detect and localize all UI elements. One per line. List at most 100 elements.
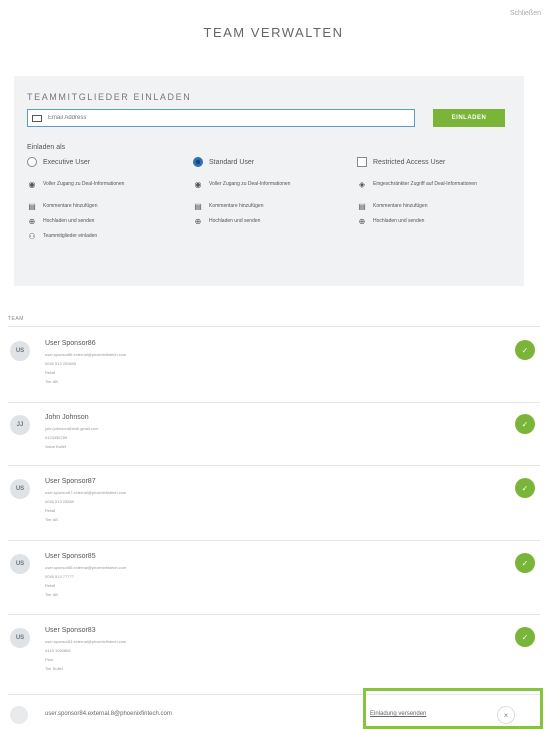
comment-icon: ▤ [28,202,36,211]
permission-text: Kommentare hinzufügen [373,203,428,209]
member-name: User Sponsor86 [45,340,96,347]
divider [8,614,540,615]
permission-item: ◉ Voller Zugang zu Deal-Informationen [27,181,185,203]
permission-item: ⊕ Hochladen und senden [193,218,351,233]
permission-text: Kommentare hinzufügen [209,203,264,209]
divider [8,465,540,466]
invite-heading: TEAMMITGLIEDER EINLADEN [27,92,192,102]
member-detail: Retail [45,508,56,513]
comment-icon: ▤ [358,202,366,211]
permission-item: ▤ Kommentare hinzufügen [357,203,517,218]
invite-button[interactable]: EINLADEN [433,109,505,127]
avatar: US [10,554,30,574]
member-detail: Retail [45,370,56,375]
permission-item: ▤ Kommentare hinzufügen [193,203,351,218]
member-detail: Tier Bullet [45,666,63,671]
eye-icon: ◉ [194,180,202,189]
permission-item: ⊕ Hochladen und senden [357,218,517,233]
member-detail: Value Bullet [45,444,67,449]
role-option-restricted[interactable]: Restricted Access User [357,156,517,168]
permission-text: Eingeschränkter Zugriff auf Deal-Informa… [373,181,477,187]
status-check-icon: ✓ [515,553,535,573]
team-member-row: US User Sponsor83 user.sponsor83.externa… [8,627,540,687]
team-member-row: JJ John Johnson john.johnson@mail.gmail.… [8,414,540,460]
member-name: User Sponsor87 [45,478,96,485]
member-name: User Sponsor85 [45,553,96,560]
role-column-restricted: Restricted Access User ◈ Eingeschränkter… [357,156,517,233]
permission-item: ⚇ Teammitglieder einladen [27,233,185,248]
member-detail: Plan [45,657,54,662]
member-phone: 0045 513 200895 [45,361,77,366]
role-column-standard: Standard User ◉ Voller Zugang zu Deal-In… [193,156,351,233]
radio-button[interactable] [27,157,37,167]
status-check-icon: ✓ [515,627,535,647]
member-name: John Johnson [45,414,89,421]
pending-avatar [10,706,28,724]
permission-item: ▤ Kommentare hinzufügen [27,203,185,218]
permission-text: Teammitglieder einladen [43,233,98,239]
upload-icon: ⊕ [358,217,366,226]
member-phone: 0045 513 77777 [45,574,74,579]
email-field[interactable] [27,109,415,127]
member-phone: 0045 513 25889 [45,499,74,504]
member-phone: 0410 1050806 [45,648,71,653]
member-email: john.johnson@mail.gmail.com [45,426,99,431]
upload-icon: ⊕ [194,217,202,226]
avatar: JJ [10,415,30,435]
invite-as-label: Einladen als [27,144,66,151]
avatar: US [10,628,30,648]
close-icon: × [503,710,509,720]
member-detail: Retail [45,583,56,588]
avatar: US [10,341,30,361]
permission-item: ◈ Eingeschränkter Zugriff auf Deal-Infor… [357,181,517,203]
divider [8,402,540,403]
highlight-box [363,688,543,729]
team-member-row: US User Sponsor86 user.sponsor86.externa… [8,340,540,400]
role-label: Executive User [43,158,91,166]
member-phone: 0123456789 [45,435,68,440]
pending-email: user.sponsor84.external.8@phoenixfintech… [45,711,172,717]
status-check-icon: ✓ [515,478,535,498]
remove-invitation-button[interactable]: × [497,706,515,724]
member-email: user.sponsor87.external@phoenixfintech.c… [45,490,127,495]
member-email: user.sponsor86.external@phoenixfintech.c… [45,352,127,357]
member-name: User Sponsor83 [45,627,96,634]
invite-panel: TEAMMITGLIEDER EINLADEN EINLADEN Einlade… [14,76,524,286]
member-detail: Tier AB [45,517,58,522]
invite-icon: ⚇ [28,232,36,241]
role-label: Restricted Access User [373,158,446,166]
divider [8,326,540,327]
role-option-standard[interactable]: Standard User [193,156,351,168]
radio-button-selected[interactable] [193,157,203,167]
role-label: Standard User [209,158,255,166]
permission-text: Hochladen und senden [209,218,261,224]
team-member-row: US User Sponsor85 user.sponsor85.externa… [8,553,540,613]
permission-text: Voller Zugang zu Deal-Informationen [209,181,291,187]
status-check-icon: ✓ [515,340,535,360]
upload-icon: ⊕ [28,217,36,226]
team-label: TEAM [8,316,24,322]
checkbox[interactable] [357,157,367,167]
close-link[interactable]: Schließen [510,10,541,17]
mail-icon [32,114,42,122]
avatar: US [10,479,30,499]
permission-text: Kommentare hinzufügen [43,203,98,209]
role-option-executive[interactable]: Executive User [27,156,185,168]
permission-text: Hochladen und senden [43,218,95,224]
email-input[interactable] [48,115,408,121]
role-column-executive: Executive User ◉ Voller Zugang zu Deal-I… [27,156,185,248]
limited-access-icon: ◈ [358,180,366,189]
permission-item: ◉ Voller Zugang zu Deal-Informationen [193,181,351,203]
permission-text: Hochladen und senden [373,218,425,224]
eye-icon: ◉ [28,180,36,189]
permission-text: Voller Zugang zu Deal-Informationen [43,181,125,187]
comment-icon: ▤ [194,202,202,211]
permission-item: ⊕ Hochladen und senden [27,218,185,233]
page-title: TEAM VERWALTEN [203,25,344,40]
divider [8,540,540,541]
member-email: user.sponsor83.external@phoenixfintech.c… [45,639,127,644]
status-check-icon: ✓ [515,414,535,434]
member-detail: Tier AB [45,592,58,597]
resend-invitation-link[interactable]: Einladung versenden [370,711,426,717]
member-email: user.sponsor85.external@phoenixfintech.c… [45,565,127,570]
